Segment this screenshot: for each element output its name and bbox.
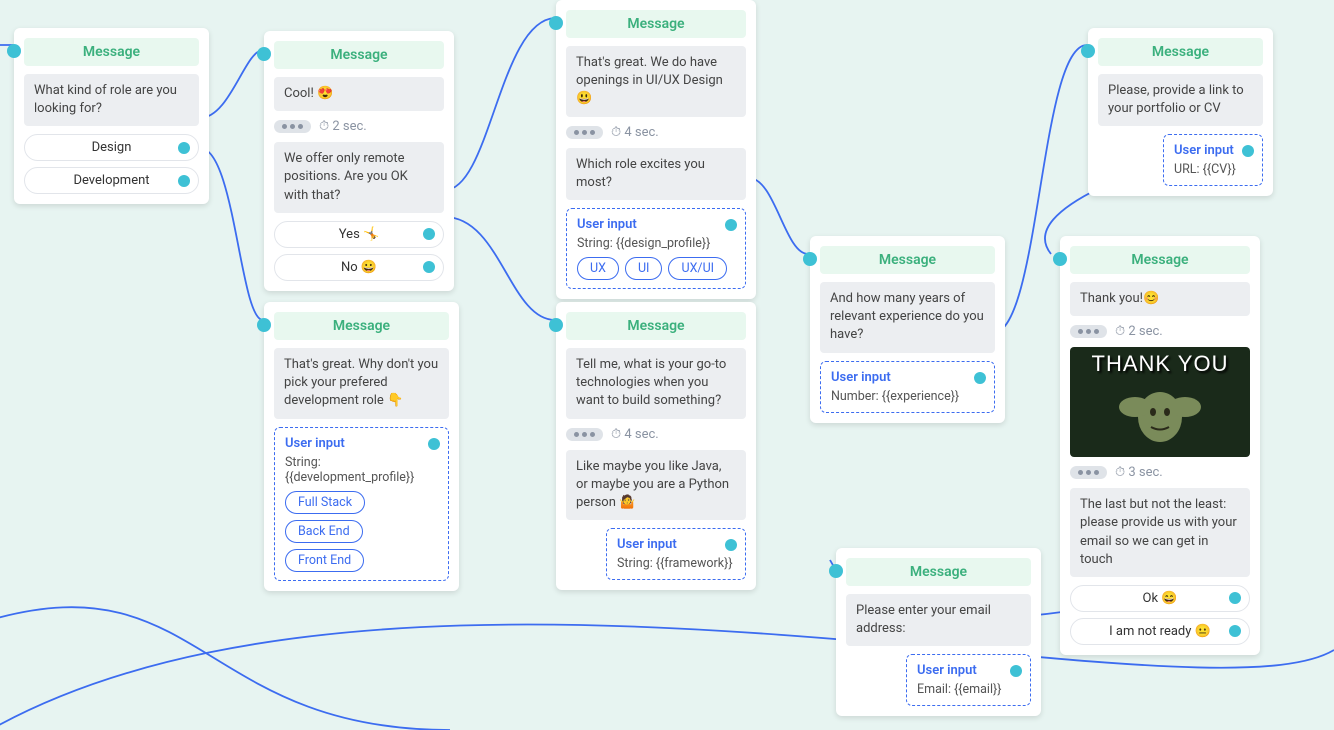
option-yes[interactable]: Yes 🤸 <box>274 221 444 248</box>
output-port[interactable] <box>428 438 440 450</box>
typing-indicator-icon <box>566 428 603 441</box>
output-port[interactable] <box>178 175 190 187</box>
node-title: Message <box>566 10 746 38</box>
message-text: Which role excites you most? <box>566 148 746 200</box>
node-thankyou[interactable]: Message Thank you!😊 ⏱ 2 sec. THANK YOU ⏱… <box>1060 236 1260 655</box>
output-port[interactable] <box>725 219 737 231</box>
delay-row: ⏱ 4 sec. <box>566 427 746 442</box>
option-no[interactable]: No 😀 <box>274 254 444 281</box>
message-text: And how many years of relevant experienc… <box>820 282 995 353</box>
input-port[interactable] <box>549 318 563 332</box>
delay-row: ⏱ 4 sec. <box>566 125 746 140</box>
node-experience[interactable]: Message And how many years of relevant e… <box>810 236 1005 423</box>
node-title: Message <box>1070 246 1250 274</box>
output-port[interactable] <box>1242 145 1254 157</box>
chip-frontend[interactable]: Front End <box>285 549 364 572</box>
typing-indicator-icon <box>1070 466 1107 479</box>
output-port[interactable] <box>974 372 986 384</box>
output-port[interactable] <box>1229 592 1241 604</box>
input-port[interactable] <box>549 16 563 30</box>
option-not-ready[interactable]: I am not ready 😐 <box>1070 618 1250 645</box>
input-port[interactable] <box>1053 252 1067 266</box>
node-dev-role[interactable]: Message That's great. Why don't you pick… <box>264 302 459 591</box>
typing-indicator-icon <box>1070 325 1107 338</box>
node-title: Message <box>274 312 449 340</box>
delay-row: ⏱ 2 sec. <box>274 119 444 134</box>
output-port[interactable] <box>1229 625 1241 637</box>
delay-row: ⏱ 3 sec. <box>1070 465 1250 480</box>
user-input-block[interactable]: User input String: {{development_profile… <box>274 427 449 581</box>
input-port[interactable] <box>7 44 21 58</box>
message-text: Please, provide a link to your portfolio… <box>1098 74 1263 126</box>
node-remote-ok[interactable]: Message Cool! 😍 ⏱ 2 sec. We offer only r… <box>264 31 454 291</box>
output-port[interactable] <box>178 142 190 154</box>
message-text: Like maybe you like Java, or maybe you a… <box>566 450 746 521</box>
node-title: Message <box>274 41 444 69</box>
user-input-block[interactable]: User input String: {{framework}} <box>606 528 746 580</box>
input-port[interactable] <box>257 47 271 61</box>
node-title: Message <box>1098 38 1263 66</box>
input-port[interactable] <box>1081 44 1095 58</box>
typing-indicator-icon <box>566 126 603 139</box>
thank-you-image: THANK YOU <box>1070 347 1250 457</box>
message-text: The last but not the least: please provi… <box>1070 488 1250 577</box>
chip-backend[interactable]: Back End <box>285 520 363 543</box>
message-text: Please enter your email address: <box>846 594 1031 646</box>
message-text: Cool! 😍 <box>274 77 444 111</box>
message-text: Thank you!😊 <box>1070 282 1250 316</box>
message-text: What kind of role are you looking for? <box>24 74 199 126</box>
output-port[interactable] <box>725 539 737 551</box>
message-text: We offer only remote positions. Are you … <box>274 142 444 213</box>
chip-ui[interactable]: UI <box>625 257 663 280</box>
option-development[interactable]: Development <box>24 167 199 194</box>
chip-ux[interactable]: UX <box>577 257 619 280</box>
user-input-block[interactable]: User input Email: {{email}} <box>906 654 1031 706</box>
node-title: Message <box>566 312 746 340</box>
user-input-block[interactable]: User input Number: {{experience}} <box>820 361 995 413</box>
output-port[interactable] <box>423 228 435 240</box>
message-text: Tell me, what is your go-to technologies… <box>566 348 746 419</box>
option-design[interactable]: Design <box>24 134 199 161</box>
node-tech-stack[interactable]: Message Tell me, what is your go-to tech… <box>556 302 756 590</box>
chip-uxui[interactable]: UX/UI <box>668 257 727 280</box>
output-port[interactable] <box>1010 665 1022 677</box>
message-text: That's great. Why don't you pick your pr… <box>274 348 449 419</box>
node-title: Message <box>24 38 199 66</box>
user-input-block[interactable]: User input String: {{design_profile}} UX… <box>566 208 746 289</box>
node-email[interactable]: Message Please enter your email address:… <box>836 548 1041 716</box>
input-port[interactable] <box>803 252 817 266</box>
input-port[interactable] <box>257 318 271 332</box>
output-port[interactable] <box>423 261 435 273</box>
node-title: Message <box>846 558 1031 586</box>
node-role-question[interactable]: Message What kind of role are you lookin… <box>14 28 209 204</box>
option-ok[interactable]: Ok 😄 <box>1070 585 1250 612</box>
node-portfolio[interactable]: Message Please, provide a link to your p… <box>1088 28 1273 196</box>
typing-indicator-icon <box>274 120 311 133</box>
input-port[interactable] <box>829 564 843 578</box>
message-text: That's great. We do have openings in UI/… <box>566 46 746 117</box>
chip-fullstack[interactable]: Full Stack <box>285 491 365 514</box>
delay-row: ⏱ 2 sec. <box>1070 324 1250 339</box>
user-input-block[interactable]: User input URL: {{CV}} <box>1163 134 1263 186</box>
node-design-openings[interactable]: Message That's great. We do have opening… <box>556 0 756 299</box>
node-title: Message <box>820 246 995 274</box>
